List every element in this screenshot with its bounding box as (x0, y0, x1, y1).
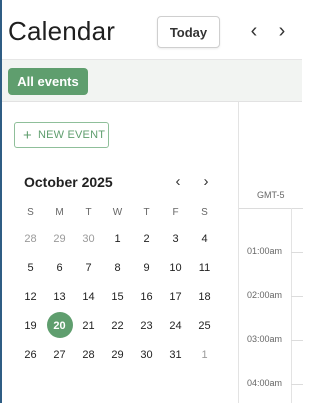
calendar-day[interactable]: 31 (161, 344, 190, 366)
calendar-week: 19 20 21 22 23 24 25 (16, 312, 226, 338)
calendar-day[interactable]: 8 (103, 257, 132, 279)
calendar-day[interactable]: 4 (190, 228, 219, 250)
hour-line (291, 340, 303, 341)
calendar-day[interactable]: 2 (132, 228, 161, 250)
calendar-day-selected[interactable]: 20 (45, 312, 74, 338)
calendar-day[interactable]: 19 (16, 315, 45, 337)
calendar-day[interactable]: 16 (132, 286, 161, 308)
day-timeline: GMT-5 01:00am 02:00am 03:00am 04:00am (238, 102, 303, 403)
calendar-day[interactable]: 26 (16, 344, 45, 366)
calendar-day[interactable]: 18 (190, 286, 219, 308)
calendar-day[interactable]: 30 (132, 344, 161, 366)
calendar-day[interactable]: 6 (45, 257, 74, 279)
calendar-day[interactable]: 25 (190, 315, 219, 337)
hour-label: 01:00am (247, 246, 283, 256)
chevron-right-icon[interactable]: › (272, 20, 292, 42)
calendar-day[interactable]: 3 (161, 228, 190, 250)
calendar-day[interactable]: 28 (74, 344, 103, 366)
calendar-day[interactable]: 17 (161, 286, 190, 308)
calendar-day[interactable]: 29 (103, 344, 132, 366)
calendar-week: 26 27 28 29 30 31 1 (16, 344, 226, 366)
weekday-label: M (55, 207, 64, 218)
hour-label: 02:00am (247, 290, 283, 300)
weekday-label: W (112, 207, 123, 218)
calendar-day[interactable]: 23 (132, 315, 161, 337)
calendar-day[interactable]: 27 (45, 344, 74, 366)
mini-calendar-next-icon[interactable]: › (198, 172, 214, 190)
calendar-day[interactable]: 1 (190, 344, 219, 366)
calendar-day[interactable]: 1 (103, 228, 132, 250)
plus-icon: + (23, 126, 32, 144)
weekday-label: F (172, 207, 179, 218)
calendar-day[interactable]: 5 (16, 257, 45, 279)
calendar-day[interactable]: 12 (16, 286, 45, 308)
weekday-label: S (27, 207, 34, 218)
weekday-label: T (85, 207, 92, 218)
timeline-column-divider (291, 208, 292, 403)
timeline-header-divider (239, 208, 303, 209)
page-title: Calendar (8, 16, 116, 46)
calendar-day[interactable]: 9 (132, 257, 161, 279)
calendar-day[interactable]: 7 (74, 257, 103, 279)
weekday-label: T (143, 207, 150, 218)
hour-line (291, 296, 303, 297)
sidebar: + NEW EVENT October 2025 ‹ › S M T W T F… (2, 102, 238, 403)
chevron-left-icon[interactable]: ‹ (244, 20, 264, 42)
mini-calendar-prev-icon[interactable]: ‹ (170, 172, 186, 190)
hour-label: 04:00am (247, 378, 283, 388)
calendar-day[interactable]: 15 (103, 286, 132, 308)
calendar-day[interactable]: 22 (103, 315, 132, 337)
weekday-label: S (201, 207, 208, 218)
calendar-day[interactable]: 14 (74, 286, 103, 308)
filter-bar: All events (2, 60, 302, 102)
calendar-day[interactable]: 29 (45, 228, 74, 250)
mini-calendar-month: October 2025 (24, 174, 113, 190)
calendar-day[interactable]: 21 (74, 315, 103, 337)
weekday-header: S M T W T F S (16, 202, 226, 224)
timezone-label: GMT-5 (257, 190, 285, 200)
top-bar: Calendar Today ‹ › (2, 0, 302, 60)
hour-label: 03:00am (247, 334, 283, 344)
new-event-label: NEW EVENT (37, 129, 106, 141)
new-event-button[interactable]: + NEW EVENT (14, 122, 109, 148)
calendar-week: 28 29 30 1 2 3 4 (16, 228, 226, 250)
calendar-day[interactable]: 13 (45, 286, 74, 308)
calendar-day[interactable]: 10 (161, 257, 190, 279)
calendar-week: 12 13 14 15 16 17 18 (16, 286, 226, 308)
calendar-week: 5 6 7 8 9 10 11 (16, 257, 226, 279)
today-button[interactable]: Today (157, 16, 220, 48)
calendar-day[interactable]: 24 (161, 315, 190, 337)
calendar-day[interactable]: 11 (190, 257, 219, 279)
hour-line (291, 384, 303, 385)
calendar-day[interactable]: 30 (74, 228, 103, 250)
all-events-button[interactable]: All events (8, 68, 88, 95)
hour-line (291, 252, 303, 253)
calendar-day[interactable]: 28 (16, 228, 45, 250)
